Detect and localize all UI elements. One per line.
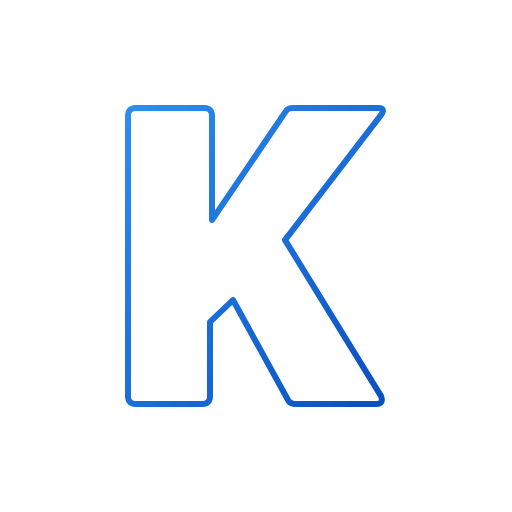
letter-k-outline-icon (125, 105, 386, 407)
letter-k-outline (125, 105, 386, 407)
canvas: K (0, 0, 512, 512)
